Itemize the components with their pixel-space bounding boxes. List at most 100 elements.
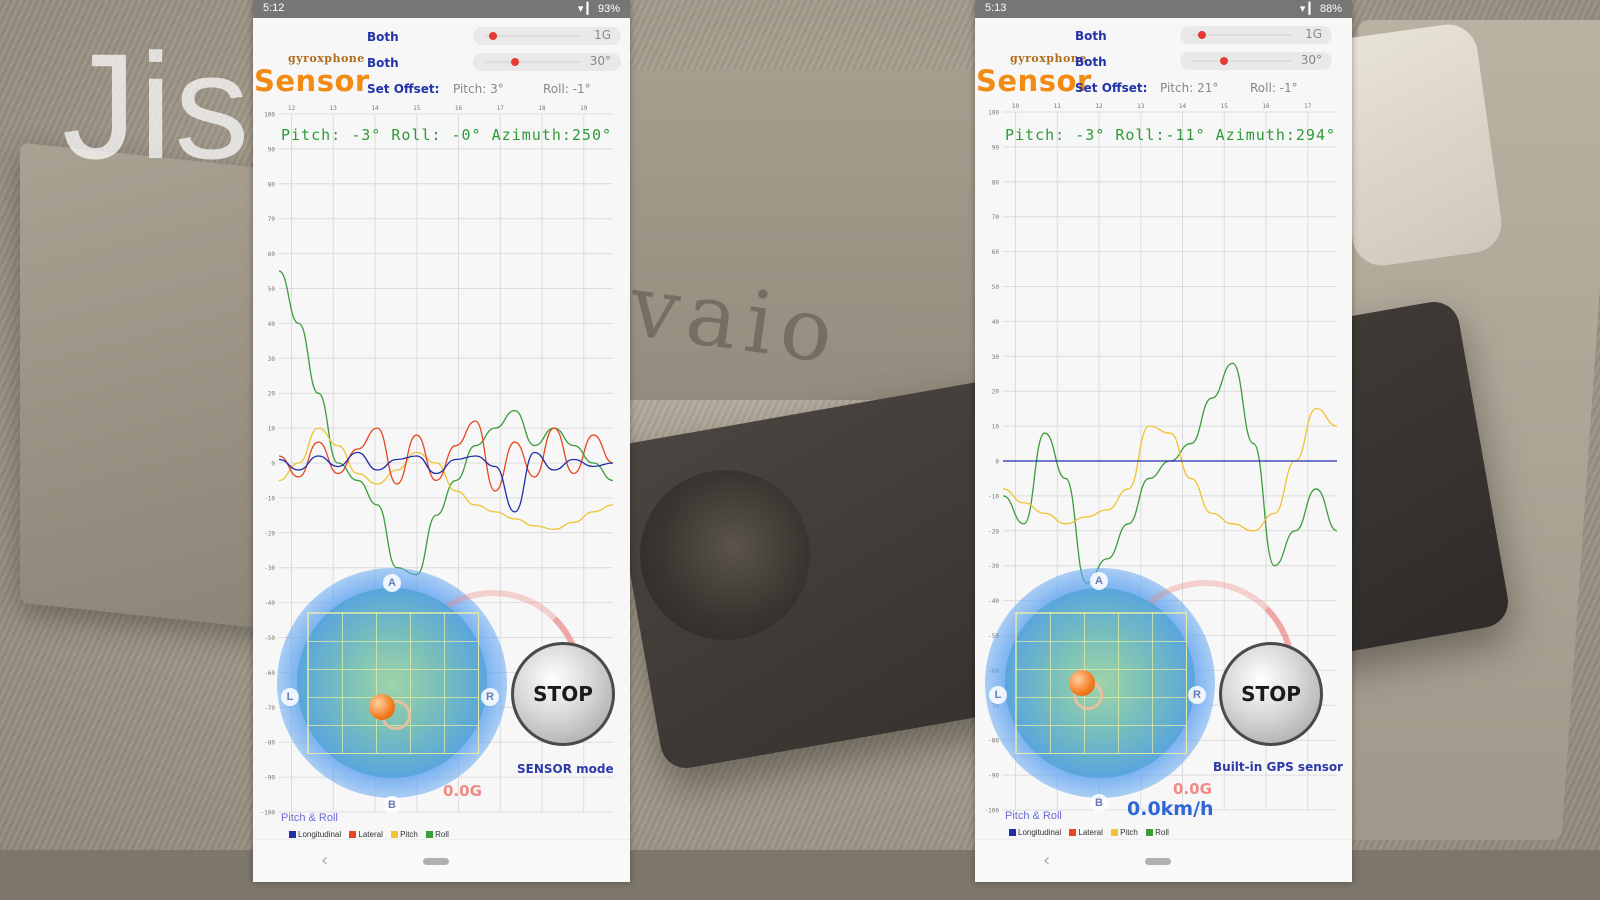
y-tick-label: 0 <box>995 459 999 466</box>
g-sensitivity-slider[interactable]: 1G <box>473 27 621 45</box>
camera-lens <box>640 470 810 640</box>
angle-label: Both <box>1075 55 1107 69</box>
y-tick-label: -100 <box>261 810 276 817</box>
x-tick-label: 11 <box>1054 103 1062 110</box>
series-line-roll <box>1002 362 1338 584</box>
slider-thumb[interactable] <box>489 32 497 40</box>
status-icons: ▾ ▎ 93% <box>577 3 620 15</box>
status-icons: ▾ ▎ 88% <box>1299 3 1342 15</box>
y-tick-label: 10 <box>992 424 1000 431</box>
x-tick-label: 13 <box>330 105 338 112</box>
legend-lateral: Lateral <box>1078 828 1103 837</box>
y-tick-label: 50 <box>268 286 276 293</box>
y-tick-label: -10 <box>264 495 275 502</box>
y-tick-label: 100 <box>988 110 999 117</box>
pitch-roll-label: Pitch & Roll <box>1005 810 1062 822</box>
joystick-grid <box>307 612 479 754</box>
set-offset-button[interactable]: Set Offset: <box>1075 81 1147 95</box>
y-tick-label: 60 <box>268 251 276 258</box>
angle-slider[interactable]: 30° <box>1180 52 1332 70</box>
mode-label: SENSOR mode <box>517 762 614 776</box>
offset-pitch: Pitch: 3° <box>453 82 504 96</box>
angle-slider[interactable]: 30° <box>473 53 621 71</box>
y-tick-label: -30 <box>988 563 999 570</box>
pitch-roll-readout: Pitch: -3° Roll: -0° Azimuth:250° <box>281 126 613 144</box>
legend-roll: Roll <box>1155 828 1169 837</box>
app-logo: Sensor <box>254 64 370 98</box>
legend-swatch-roll <box>1146 829 1154 837</box>
joystick-grid <box>1015 612 1187 754</box>
x-tick-label: 14 <box>371 105 379 112</box>
slider-thumb[interactable] <box>1198 31 1206 39</box>
x-tick-label: 17 <box>497 105 505 112</box>
status-time: 5:12 <box>263 2 285 14</box>
home-pill-icon[interactable] <box>423 858 449 865</box>
y-tick-label: 70 <box>268 216 276 223</box>
navigation-bar: ‹ <box>253 839 630 882</box>
legend-longitudinal: Longitudinal <box>1018 828 1062 837</box>
joystick-marker-b: B <box>383 796 401 814</box>
y-tick-label: 0 <box>271 461 275 468</box>
y-tick-label: 90 <box>992 144 1000 151</box>
legend-roll: Roll <box>435 830 449 839</box>
legend-swatch-lateral <box>349 831 357 839</box>
y-tick-label: -80 <box>264 740 275 747</box>
y-tick-label: 80 <box>992 179 1000 186</box>
y-tick-label: 80 <box>268 181 276 188</box>
x-tick-label: 15 <box>1221 103 1229 110</box>
offset-roll: Roll: -1° <box>543 82 591 96</box>
y-tick-label: 30 <box>992 354 1000 361</box>
y-tick-label: 40 <box>268 321 276 328</box>
joystick-marker-l: L <box>281 688 299 706</box>
legend-pitch: Pitch <box>400 830 418 839</box>
slider-thumb[interactable] <box>1220 57 1228 65</box>
y-tick-label: -100 <box>985 808 1000 815</box>
y-tick-label: -20 <box>988 528 999 535</box>
y-tick-label: 100 <box>264 112 275 119</box>
y-tick-label: 20 <box>268 391 276 398</box>
back-icon[interactable]: ‹ <box>1043 850 1050 871</box>
x-tick-label: 12 <box>288 105 296 112</box>
g-value: 0.0G <box>443 782 482 800</box>
legend-pitch: Pitch <box>1120 828 1138 837</box>
y-tick-label: -90 <box>988 773 999 780</box>
y-tick-label: -70 <box>264 705 275 712</box>
joystick-marker-l: L <box>989 686 1007 704</box>
series-line-pitch <box>1002 407 1338 532</box>
angle-label: Both <box>367 56 399 70</box>
app-header: gyroxphone Sensor Both 1G Both 30° Set O… <box>253 18 630 100</box>
sensitivity-label: Both <box>367 30 399 44</box>
legend-swatch-pitch <box>1111 829 1119 837</box>
y-tick-label: -10 <box>988 493 999 500</box>
back-icon[interactable]: ‹ <box>321 850 328 871</box>
home-pill-icon[interactable] <box>1145 858 1171 865</box>
y-tick-label: -30 <box>264 565 275 572</box>
chart-legend: Longitudinal Lateral Pitch Roll <box>283 830 449 839</box>
x-tick-label: 12 <box>1095 103 1103 110</box>
slider-thumb[interactable] <box>511 58 519 66</box>
legend-longitudinal: Longitudinal <box>298 830 342 839</box>
status-bar: 5:13 ▾ ▎ 88% <box>975 0 1352 18</box>
pitch-roll-readout: Pitch: -3° Roll:-11° Azimuth:294° <box>1005 126 1337 144</box>
stop-button[interactable]: STOP <box>1219 642 1323 746</box>
offset-roll: Roll: -1° <box>1250 81 1298 95</box>
set-offset-button[interactable]: Set Offset: <box>367 82 439 96</box>
g-sensitivity-slider[interactable]: 1G <box>1180 26 1332 44</box>
stop-button[interactable]: STOP <box>511 642 615 746</box>
legend-swatch-lateral <box>1069 829 1077 837</box>
y-tick-label: -20 <box>264 530 275 537</box>
y-tick-label: 20 <box>992 389 1000 396</box>
g-value: 0.0G <box>1173 780 1212 798</box>
series-line-roll <box>278 270 614 576</box>
series-line-pitch <box>278 427 614 530</box>
y-tick-label: -40 <box>988 598 999 605</box>
x-tick-label: 10 <box>1012 103 1020 110</box>
bottom-edge <box>0 850 1600 900</box>
position-ball <box>1069 670 1095 696</box>
y-tick-label: -80 <box>988 738 999 745</box>
phone-screen-left: 5:12 ▾ ▎ 93% gyroxphone Sensor Both 1G B… <box>253 0 630 882</box>
pitch-roll-label: Pitch & Roll <box>281 812 338 824</box>
joystick-marker-a: A <box>1090 572 1108 590</box>
y-tick-label: 10 <box>268 426 276 433</box>
offset-pitch: Pitch: 21° <box>1160 81 1219 95</box>
